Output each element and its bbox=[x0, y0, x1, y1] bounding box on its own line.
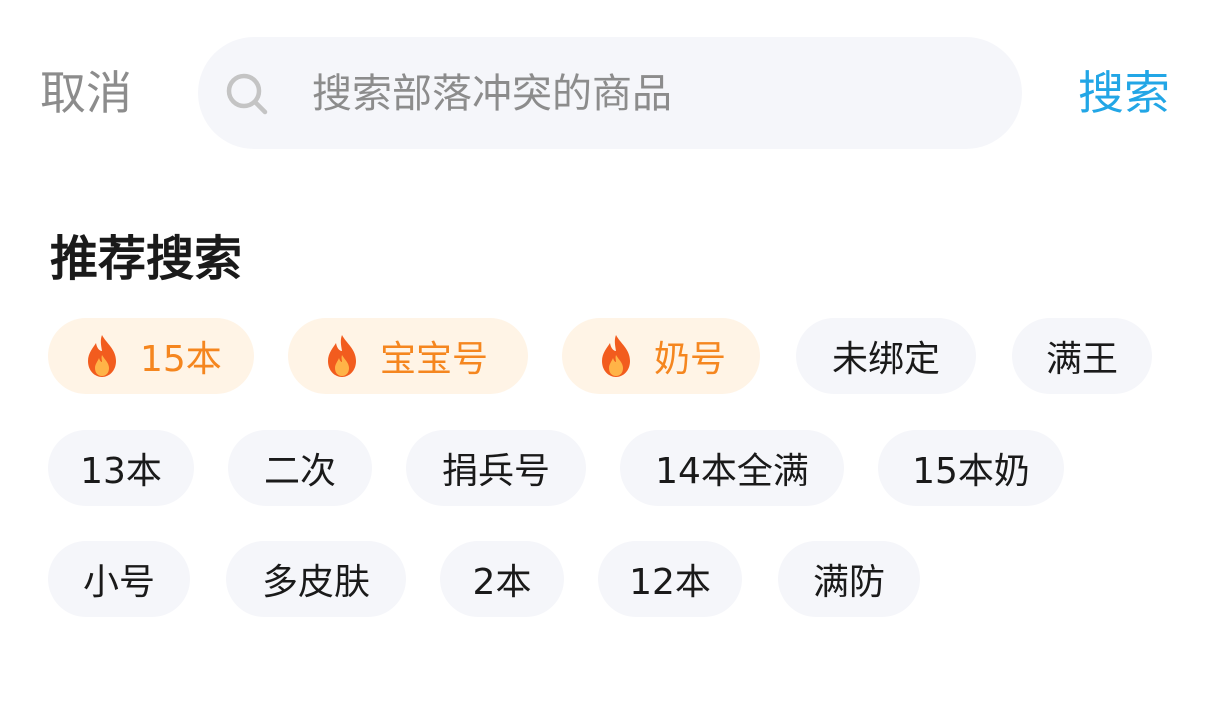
chip-label: 多皮肤 bbox=[261, 562, 370, 603]
chip-label: 奶号 bbox=[654, 339, 727, 380]
search-chip[interactable]: 满防 bbox=[778, 541, 920, 617]
flame-icon bbox=[328, 335, 356, 377]
search-chip[interactable]: 满王 bbox=[1012, 318, 1152, 394]
search-chip[interactable]: 捐兵号 bbox=[406, 430, 586, 506]
chip-label: 宝宝号 bbox=[380, 339, 489, 380]
hot-chip[interactable]: 奶号 bbox=[562, 318, 760, 394]
chip-label: 满王 bbox=[1045, 339, 1118, 380]
hot-chip[interactable]: 宝宝号 bbox=[288, 318, 528, 394]
search-chip[interactable]: 14本全满 bbox=[620, 430, 844, 506]
flame-icon bbox=[602, 335, 630, 377]
chip-label: 12本 bbox=[629, 562, 711, 603]
search-box[interactable] bbox=[198, 37, 1022, 149]
flame-icon bbox=[88, 335, 116, 377]
chip-label: 小号 bbox=[82, 562, 155, 603]
search-page: 取消 搜索 推荐搜索 15本 宝宝号 奶号 未绑定 满王 bbox=[0, 0, 1220, 701]
chip-label: 14本全满 bbox=[655, 451, 809, 492]
search-chip[interactable]: 15本奶 bbox=[878, 430, 1064, 506]
chip-label: 二次 bbox=[263, 451, 336, 492]
recommended-search-title: 推荐搜索 bbox=[50, 231, 243, 287]
search-input[interactable] bbox=[310, 59, 994, 129]
chip-label: 15本 bbox=[140, 339, 222, 380]
chip-label: 13本 bbox=[80, 451, 162, 492]
search-chip[interactable]: 小号 bbox=[48, 541, 190, 617]
search-icon bbox=[226, 73, 268, 115]
search-button[interactable]: 搜索 bbox=[1078, 62, 1170, 124]
search-chip[interactable]: 未绑定 bbox=[796, 318, 976, 394]
chip-label: 15本奶 bbox=[912, 451, 1030, 492]
search-chip[interactable]: 多皮肤 bbox=[226, 541, 406, 617]
chip-label: 满防 bbox=[812, 562, 885, 603]
chip-label: 未绑定 bbox=[831, 339, 940, 380]
search-chip[interactable]: 二次 bbox=[228, 430, 372, 506]
search-chip[interactable]: 12本 bbox=[598, 541, 742, 617]
search-chip[interactable]: 13本 bbox=[48, 430, 194, 506]
hot-chip[interactable]: 15本 bbox=[48, 318, 254, 394]
search-chip[interactable]: 2本 bbox=[440, 541, 564, 617]
chip-label: 2本 bbox=[472, 562, 532, 603]
chip-label: 捐兵号 bbox=[441, 451, 550, 492]
cancel-button[interactable]: 取消 bbox=[40, 62, 132, 124]
